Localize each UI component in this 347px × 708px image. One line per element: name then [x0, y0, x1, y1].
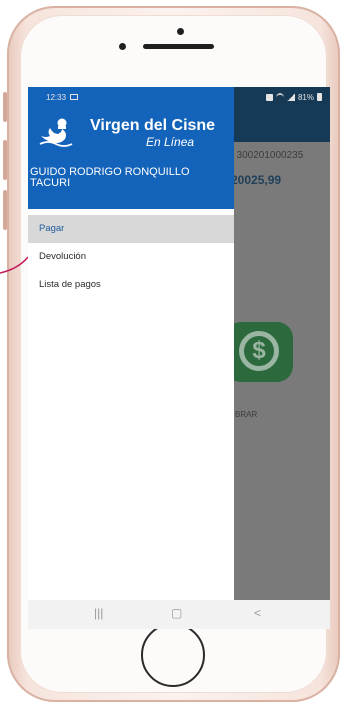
collect-button-label: BRAR	[235, 410, 258, 419]
gallery-icon	[70, 94, 79, 100]
swan-crown-logo-icon	[39, 118, 73, 147]
menu-item-pagar[interactable]: Pagar	[28, 215, 234, 243]
status-time: 12:33	[46, 92, 67, 102]
menu-item-lista-de-pagos[interactable]: Lista de pagos	[28, 271, 234, 299]
navigation-drawer: Virgen del Cisne En Línea GUIDO RODRIGO …	[28, 87, 234, 629]
mute-icon	[265, 93, 273, 101]
brand-name: Virgen del Cisne	[90, 117, 216, 134]
status-bar: 12:33 81%	[28, 87, 330, 107]
android-nav-bar: ||| ▢ <	[28, 600, 330, 629]
brand-subtitle: En Línea	[146, 135, 195, 149]
annotation-pointer-line	[0, 256, 29, 274]
phone-screen: 12:33 81% : 300201000235 20025,99 $ BRAR…	[28, 87, 330, 629]
earpiece-speaker	[143, 44, 214, 49]
account-number: : 300201000235	[231, 150, 304, 161]
balance-amount: 20025,99	[231, 173, 282, 187]
menu-item-devolucion[interactable]: Devolución	[28, 243, 234, 271]
signal-icon	[286, 93, 295, 101]
wifi-icon	[275, 92, 284, 102]
mute-switch	[3, 92, 7, 122]
dollar-icon: $	[239, 331, 279, 371]
back-button[interactable]: <	[254, 606, 261, 620]
front-camera	[177, 28, 184, 35]
recents-button[interactable]: |||	[94, 606, 103, 620]
proximity-sensor	[119, 43, 126, 50]
collect-button[interactable]: $	[225, 322, 293, 382]
volume-down-button	[3, 190, 7, 230]
user-name: GUIDO RODRIGO RONQUILLO TACURI	[30, 166, 190, 189]
volume-up-button	[3, 140, 7, 180]
battery-percent: 81%	[297, 92, 314, 102]
battery-icon	[317, 93, 322, 101]
home-button[interactable]	[141, 623, 205, 687]
home-nav-button[interactable]: ▢	[171, 606, 182, 620]
